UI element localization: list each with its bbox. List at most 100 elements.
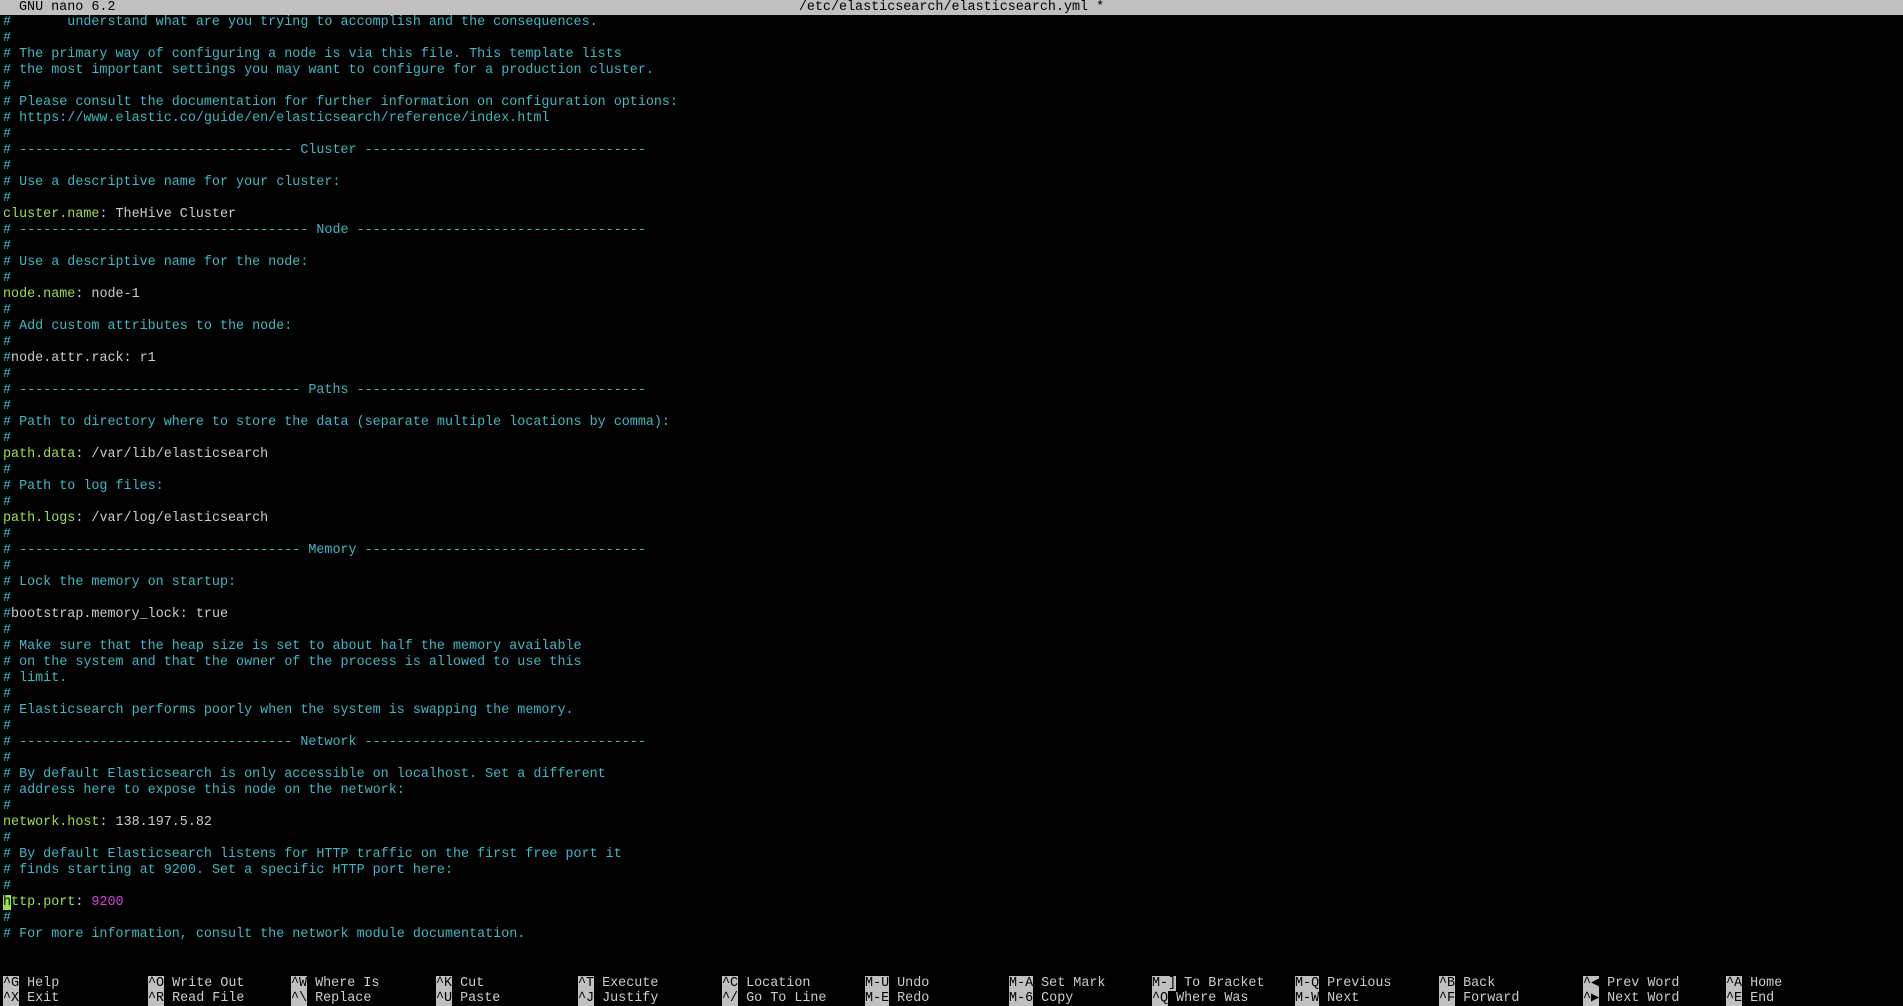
editor-line[interactable]: # Use a descriptive name for the node: <box>3 255 1903 271</box>
shortcut-replace[interactable]: ^\ Replace <box>291 991 371 1006</box>
editor-line[interactable]: # <box>3 527 1903 543</box>
shortcut-execute[interactable]: ^T Execute <box>578 976 658 991</box>
shortcut-next-word[interactable]: ^▶ Next Word <box>1583 991 1679 1006</box>
shortcut-undo[interactable]: M-U Undo <box>865 976 929 991</box>
editor-line[interactable]: # <box>3 31 1903 47</box>
editor-line[interactable]: # For more information, consult the netw… <box>3 927 1903 943</box>
shortcut-next[interactable]: M-W Next <box>1295 991 1359 1006</box>
shortcut-where-is[interactable]: ^W Where Is <box>291 976 379 991</box>
shortcut-end[interactable]: ^E End <box>1726 991 1774 1006</box>
shortcut-back[interactable]: ^B Back <box>1439 976 1495 991</box>
editor-line[interactable]: # <box>3 191 1903 207</box>
editor-line[interactable]: # <box>3 271 1903 287</box>
editor-line[interactable]: # ----------------------------------- Pa… <box>3 383 1903 399</box>
editor-line[interactable]: # <box>3 303 1903 319</box>
shortcut-go-to-line[interactable]: ^/ Go To Line <box>722 991 826 1006</box>
editor-line[interactable]: # <box>3 463 1903 479</box>
editor-line[interactable]: # on the system and that the owner of th… <box>3 655 1903 671</box>
shortcut-write-out[interactable]: ^O Write Out <box>148 976 244 991</box>
shortcut-copy[interactable]: M-6 Copy <box>1009 991 1073 1006</box>
editor-line[interactable]: # <box>3 495 1903 511</box>
editor-line[interactable]: # <box>3 719 1903 735</box>
editor-line[interactable]: # By default Elasticsearch is only acces… <box>3 767 1903 783</box>
file-path: /etc/elasticsearch/elasticsearch.yml * <box>798 0 1105 15</box>
comment-text: # <box>3 79 12 94</box>
editor-line[interactable]: # Elasticsearch performs poorly when the… <box>3 703 1903 719</box>
shortcut-previous[interactable]: M-Q Previous <box>1295 976 1391 991</box>
shortcut-help[interactable]: ^G Help <box>3 976 59 991</box>
editor-line[interactable]: # <box>3 559 1903 575</box>
shortcut-to-bracket[interactable]: M-] To Bracket <box>1152 976 1265 991</box>
editor-line[interactable]: # limit. <box>3 671 1903 687</box>
shortcut-cut[interactable]: ^K Cut <box>436 976 484 991</box>
shortcut-prev-word[interactable]: ^◀ Prev Word <box>1583 976 1679 991</box>
shortcut-where-was[interactable]: ^Q Where Was <box>1152 991 1248 1006</box>
editor-line[interactable]: # finds starting at 9200. Set a specific… <box>3 863 1903 879</box>
editor-line[interactable]: # the most important settings you may wa… <box>3 63 1903 79</box>
editor-line[interactable]: # Make sure that the heap size is set to… <box>3 639 1903 655</box>
editor-line[interactable]: # <box>3 911 1903 927</box>
editor-line[interactable]: # <box>3 79 1903 95</box>
editor-line[interactable]: # Path to directory where to store the d… <box>3 415 1903 431</box>
editor-area[interactable]: # understand what are you trying to acco… <box>3 15 1903 943</box>
editor-line[interactable]: cluster.name: TheHive Cluster <box>3 207 1903 223</box>
editor-line[interactable]: # ---------------------------------- Net… <box>3 735 1903 751</box>
editor-line[interactable]: # Please consult the documentation for f… <box>3 95 1903 111</box>
editor-line[interactable]: # ---------------------------------- Clu… <box>3 143 1903 159</box>
editor-line[interactable]: node.name: node-1 <box>3 287 1903 303</box>
editor-line[interactable]: # <box>3 591 1903 607</box>
editor-line[interactable]: # <box>3 159 1903 175</box>
shortcut-key: M-A <box>1009 976 1034 991</box>
shortcut-home[interactable]: ^A Home <box>1726 976 1782 991</box>
editor-line[interactable]: # Path to log files: <box>3 479 1903 495</box>
editor-line[interactable]: # <box>3 431 1903 447</box>
shortcut-redo[interactable]: M-E Redo <box>865 991 929 1006</box>
comment-text: # <box>3 431 12 446</box>
editor-line[interactable]: # Add custom attributes to the node: <box>3 319 1903 335</box>
editor-line[interactable]: # <box>3 127 1903 143</box>
editor-line[interactable]: http.port: 9200 <box>3 895 1903 911</box>
editor-line[interactable]: # The primary way of configuring a node … <box>3 47 1903 63</box>
shortcut-justify[interactable]: ^J Justify <box>578 991 658 1006</box>
shortcut-key: ^\ <box>291 991 308 1006</box>
shortcut-label: Help <box>19 976 60 991</box>
shortcut-paste[interactable]: ^U Paste <box>436 991 500 1006</box>
shortcut-label: Where Was <box>1168 991 1249 1006</box>
editor-line[interactable]: # By default Elasticsearch listens for H… <box>3 847 1903 863</box>
editor-line[interactable]: #node.attr.rack: r1 <box>3 351 1903 367</box>
editor-line[interactable]: #bootstrap.memory_lock: true <box>3 607 1903 623</box>
editor-line[interactable]: # understand what are you trying to acco… <box>3 15 1903 31</box>
editor-line[interactable]: # <box>3 335 1903 351</box>
shortcut-set-mark[interactable]: M-A Set Mark <box>1009 976 1105 991</box>
comment-text: # <box>3 799 12 814</box>
editor-line[interactable]: # <box>3 399 1903 415</box>
shortcut-exit[interactable]: ^X Exit <box>3 991 59 1006</box>
shortcut-key: M-U <box>865 976 890 991</box>
editor-line[interactable]: # <box>3 623 1903 639</box>
editor-line[interactable]: # <box>3 831 1903 847</box>
editor-line[interactable]: # https://www.elastic.co/guide/en/elasti… <box>3 111 1903 127</box>
editor-line[interactable]: # ----------------------------------- Me… <box>3 543 1903 559</box>
editor-line[interactable]: # Use a descriptive name for your cluste… <box>3 175 1903 191</box>
editor-line[interactable]: # <box>3 751 1903 767</box>
text-cursor: h <box>3 895 12 910</box>
comment-text: # <box>3 687 12 702</box>
comment-text: # <box>3 399 12 414</box>
comment-text: # By default Elasticsearch is only acces… <box>3 767 606 782</box>
editor-line[interactable]: # <box>3 879 1903 895</box>
editor-line[interactable]: network.host: 138.197.5.82 <box>3 815 1903 831</box>
shortcut-label: Where Is <box>307 976 380 991</box>
editor-line[interactable]: # Lock the memory on startup: <box>3 575 1903 591</box>
editor-line[interactable]: # <box>3 239 1903 255</box>
editor-line[interactable]: # <box>3 799 1903 815</box>
editor-line[interactable]: path.data: /var/lib/elasticsearch <box>3 447 1903 463</box>
editor-line[interactable]: # ------------------------------------ N… <box>3 223 1903 239</box>
shortcut-forward[interactable]: ^F Forward <box>1439 991 1519 1006</box>
setting-value: /var/lib/elasticsearch <box>91 447 269 462</box>
editor-line[interactable]: # address here to expose this node on th… <box>3 783 1903 799</box>
shortcut-location[interactable]: ^C Location <box>722 976 810 991</box>
editor-line[interactable]: # <box>3 687 1903 703</box>
editor-line[interactable]: # <box>3 367 1903 383</box>
editor-line[interactable]: path.logs: /var/log/elasticsearch <box>3 511 1903 527</box>
shortcut-read-file[interactable]: ^R Read File <box>148 991 244 1006</box>
